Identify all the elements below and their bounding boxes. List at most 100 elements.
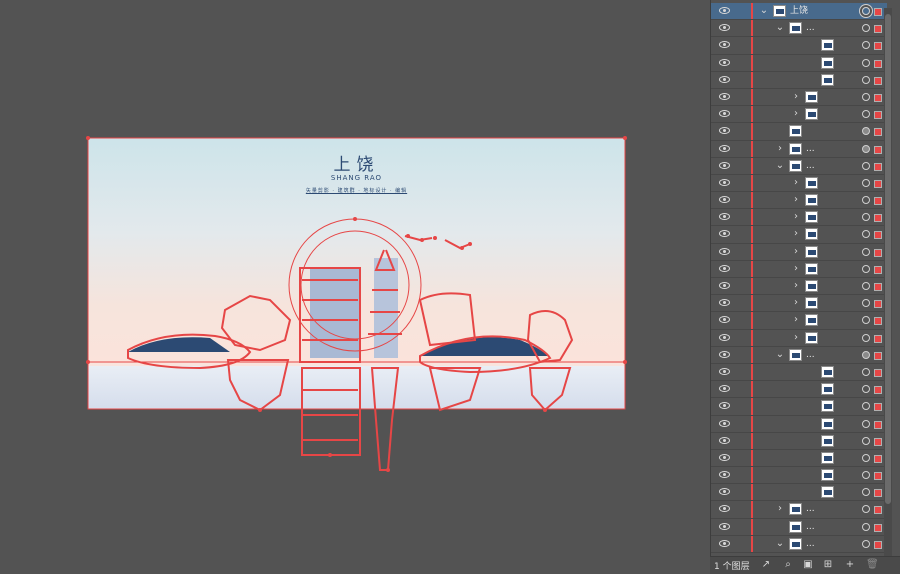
chevron-right-icon[interactable]: › xyxy=(791,91,801,103)
chevron-right-icon[interactable]: › xyxy=(791,314,801,326)
layer-row[interactable]: › xyxy=(711,312,887,330)
layer-name[interactable]: ... xyxy=(806,160,815,172)
target-circle-icon[interactable] xyxy=(862,522,870,531)
selection-square-icon[interactable] xyxy=(874,145,882,154)
layer-row[interactable] xyxy=(711,37,887,55)
layer-row[interactable]: ›... xyxy=(711,140,887,158)
target-circle-icon[interactable] xyxy=(862,58,870,67)
target-circle-icon[interactable] xyxy=(862,453,870,462)
visibility-eye-icon[interactable] xyxy=(719,299,730,307)
visibility-eye-icon[interactable] xyxy=(719,178,730,186)
target-circle-icon[interactable] xyxy=(862,264,870,273)
selection-square-icon[interactable] xyxy=(874,420,882,429)
layer-row[interactable] xyxy=(711,449,887,468)
layer-row[interactable]: ⌄... xyxy=(711,20,887,38)
layer-row[interactable]: ⌄... xyxy=(711,346,887,364)
target-circle-icon[interactable] xyxy=(862,230,870,239)
target-circle-icon[interactable] xyxy=(862,282,870,290)
layer-row[interactable]: ⌄... xyxy=(711,157,887,175)
visibility-eye-icon[interactable] xyxy=(719,144,730,152)
export-icon[interactable]: ↗ xyxy=(760,559,772,571)
layer-name[interactable]: ... xyxy=(806,22,815,34)
target-circle-icon[interactable] xyxy=(862,41,870,50)
selection-square-icon[interactable] xyxy=(874,162,882,171)
target-circle-icon[interactable] xyxy=(862,367,870,376)
chevron-down-icon[interactable]: ⌄ xyxy=(775,160,785,172)
trash-icon[interactable]: 🗑 xyxy=(866,559,879,571)
selection-square-icon[interactable] xyxy=(874,214,882,223)
layer-row[interactable]: › xyxy=(711,88,887,107)
layer-name[interactable]: ... xyxy=(806,538,815,550)
selection-square-icon[interactable] xyxy=(874,334,882,343)
visibility-eye-icon[interactable] xyxy=(719,230,730,238)
selection-square-icon[interactable] xyxy=(874,437,882,446)
chevron-right-icon[interactable]: › xyxy=(791,108,801,120)
visibility-eye-icon[interactable] xyxy=(719,333,730,341)
visibility-eye-icon[interactable] xyxy=(719,247,730,255)
selection-square-icon[interactable] xyxy=(874,8,882,16)
layer-row[interactable]: ⌄... xyxy=(711,535,887,553)
target-circle-icon[interactable] xyxy=(862,505,870,514)
layer-name[interactable]: ... xyxy=(806,521,815,533)
layer-row[interactable]: › xyxy=(711,278,887,296)
selection-square-icon[interactable] xyxy=(874,386,882,395)
selection-square-icon[interactable] xyxy=(874,506,882,515)
layer-row[interactable]: › xyxy=(711,295,887,313)
selection-square-icon[interactable] xyxy=(874,368,882,377)
visibility-eye-icon[interactable] xyxy=(719,41,730,49)
target-circle-icon[interactable] xyxy=(862,385,870,394)
layer-row[interactable]: ... xyxy=(711,518,887,536)
layer-name[interactable]: ... xyxy=(806,349,815,361)
target-circle-icon[interactable] xyxy=(862,92,870,101)
chevron-right-icon[interactable]: › xyxy=(791,263,801,275)
visibility-eye-icon[interactable] xyxy=(719,350,730,358)
layer-row[interactable] xyxy=(711,123,887,141)
target-circle-icon[interactable] xyxy=(862,419,870,428)
target-circle-icon[interactable] xyxy=(862,402,870,411)
target-circle-icon[interactable] xyxy=(862,213,870,222)
layer-row[interactable]: › xyxy=(711,243,887,261)
selection-square-icon[interactable] xyxy=(874,403,882,412)
clip-icon[interactable]: ▣ xyxy=(802,559,814,571)
target-circle-icon[interactable] xyxy=(862,471,870,480)
target-circle-icon[interactable] xyxy=(862,299,870,308)
selection-square-icon[interactable] xyxy=(874,540,882,549)
selection-square-icon[interactable] xyxy=(874,76,882,85)
visibility-eye-icon[interactable] xyxy=(719,453,730,461)
visibility-eye-icon[interactable] xyxy=(719,367,730,375)
target-circle-icon[interactable] xyxy=(862,127,870,136)
layer-row[interactable]: › xyxy=(711,192,887,210)
visibility-eye-icon[interactable] xyxy=(719,7,730,14)
layer-row[interactable]: › xyxy=(711,209,887,227)
layer-row[interactable] xyxy=(711,484,887,502)
visibility-eye-icon[interactable] xyxy=(719,110,730,118)
target-circle-icon[interactable] xyxy=(862,247,870,256)
chevron-right-icon[interactable]: › xyxy=(791,332,801,344)
selection-square-icon[interactable] xyxy=(874,248,882,257)
visibility-eye-icon[interactable] xyxy=(719,539,730,547)
visibility-eye-icon[interactable] xyxy=(719,161,730,169)
layer-row[interactable]: ›... xyxy=(711,501,887,519)
sublayer-icon[interactable]: ⊞ xyxy=(822,559,834,571)
visibility-eye-icon[interactable] xyxy=(719,385,730,393)
visibility-eye-icon[interactable] xyxy=(719,471,730,479)
layer-row[interactable] xyxy=(711,467,887,485)
selection-square-icon[interactable] xyxy=(874,59,882,68)
visibility-eye-icon[interactable] xyxy=(719,505,730,513)
visibility-eye-icon[interactable] xyxy=(719,213,730,221)
layer-row[interactable]: ⌄ 上饶 xyxy=(711,3,887,21)
layer-row[interactable]: › xyxy=(711,329,887,347)
target-circle-icon[interactable] xyxy=(862,161,870,170)
visibility-eye-icon[interactable] xyxy=(719,196,730,204)
target-circle-icon[interactable] xyxy=(862,75,870,84)
layer-row[interactable] xyxy=(711,381,887,399)
target-circle-icon[interactable] xyxy=(862,316,870,325)
selection-square-icon[interactable] xyxy=(874,351,882,360)
selection-square-icon[interactable] xyxy=(874,25,882,34)
chevron-right-icon[interactable]: › xyxy=(791,177,801,189)
layer-row[interactable]: › xyxy=(711,106,887,124)
selection-square-icon[interactable] xyxy=(874,179,882,188)
selection-square-icon[interactable] xyxy=(874,454,882,463)
selection-square-icon[interactable] xyxy=(874,128,882,137)
visibility-eye-icon[interactable] xyxy=(719,419,730,427)
